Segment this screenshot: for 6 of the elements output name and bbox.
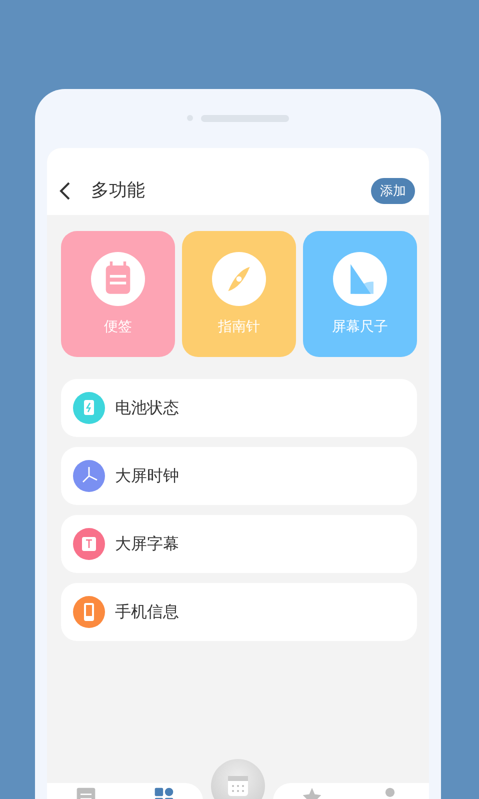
tool-row[interactable]: 大屏字幕	[61, 515, 417, 573]
tool-row[interactable]: 电池状态	[61, 379, 417, 437]
tool-row[interactable]: 大屏时钟	[61, 447, 417, 505]
page-title: 多功能	[91, 179, 146, 203]
tool-row[interactable]: 手机信息	[61, 583, 417, 641]
add-button[interactable]: 添加	[371, 178, 415, 204]
